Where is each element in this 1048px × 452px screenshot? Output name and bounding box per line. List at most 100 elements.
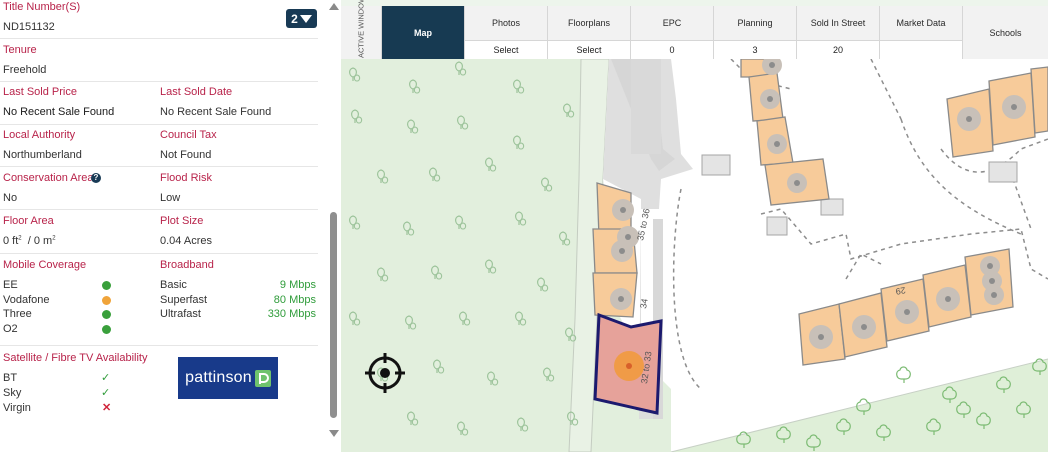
tab-epc[interactable]: EPC 0 <box>631 6 714 59</box>
divider <box>0 38 318 39</box>
plot-size-label: Plot Size <box>160 215 204 227</box>
coverage-status-dot <box>102 281 111 290</box>
chevron-up-icon[interactable] <box>329 3 339 10</box>
tab-planning[interactable]: Planning 3 <box>714 6 797 59</box>
agent-logo[interactable]: pattinson <box>178 357 278 399</box>
panel-scrollbar[interactable] <box>329 0 339 452</box>
tv-provider-virgin: Virgin <box>3 402 31 414</box>
conservation-area-label: Conservation Area <box>3 172 94 184</box>
tenure-label: Tenure <box>3 44 37 56</box>
divider <box>0 253 318 254</box>
divider <box>0 166 318 167</box>
scrollbar-thumb[interactable] <box>330 212 337 418</box>
flood-risk-label: Flood Risk <box>160 172 212 184</box>
tv-provider-bt: BT <box>3 372 18 384</box>
tab-floorplans-value[interactable]: Select <box>548 40 630 59</box>
outbuilding <box>820 198 844 216</box>
tv-availability-label: Satellite / Fibre TV Availability <box>3 352 148 364</box>
coverage-status-dot <box>102 310 111 319</box>
flood-risk-value: Low <box>160 192 181 204</box>
divider <box>0 124 318 125</box>
council-tax-value: Not Found <box>160 149 212 161</box>
floor-area-ft-sup: 2 <box>18 235 22 242</box>
active-window-toggle[interactable]: ACTIVE WINDOW <box>341 0 382 59</box>
tab-epc-label: EPC <box>662 17 682 28</box>
floor-area-value: 0 ft2 / 0 m2 <box>3 235 56 247</box>
tab-schools-label: Schools <box>989 27 1022 38</box>
tab-bar: ACTIVE WINDOW Map Photos Select Floorpla… <box>341 0 1048 59</box>
local-authority-label: Local Authority <box>3 129 76 141</box>
coverage-status-dot <box>102 296 111 305</box>
map-house-label-34: 34 <box>638 298 650 310</box>
last-sold-price-label: Last Sold Price <box>3 86 77 98</box>
tab-floorplans-label: Floorplans <box>567 17 611 28</box>
outbuilding <box>766 216 788 236</box>
tab-photos-value[interactable]: Select <box>465 40 547 59</box>
tab-sold-in-street-label: Sold In Street <box>810 17 866 28</box>
mobile-operator-three: Three <box>3 308 32 320</box>
local-authority-value: Northumberland <box>3 149 82 161</box>
tv-provider-sky: Sky <box>3 387 22 399</box>
mobile-operator-ee: EE <box>3 279 18 291</box>
road <box>631 59 661 154</box>
coverage-status-dot <box>102 325 111 334</box>
last-sold-price-value: No Recent Sale Found <box>3 106 115 118</box>
broadband-speed-superfast: 80 Mbps <box>273 294 316 306</box>
tab-planning-label: Planning <box>737 17 773 28</box>
cross-icon: ✕ <box>102 402 112 414</box>
tab-floorplans[interactable]: Floorplans Select <box>548 6 631 59</box>
plot-size-value: 0.04 Acres <box>160 235 212 247</box>
broadband-tier-superfast: Superfast <box>160 294 208 306</box>
tab-map-label: Map <box>414 27 432 38</box>
tab-map[interactable]: Map <box>382 6 465 59</box>
title-count-dropdown[interactable]: 2 <box>286 9 317 28</box>
last-sold-date-value: No Recent Sale Found <box>160 106 272 118</box>
agent-logo-text: pattinson <box>185 369 252 386</box>
tab-epc-value[interactable]: 0 <box>631 40 713 59</box>
divider <box>0 81 318 82</box>
title-number-value: ND151132 <box>3 21 55 33</box>
property-details-panel: Title Number(S) ND151132 2 Tenure Freeho… <box>0 0 328 452</box>
property-map[interactable]: 35 to 36 34 32 to 33 29 <box>341 59 1048 452</box>
check-icon: ✓ <box>101 372 111 384</box>
council-tax-label: Council Tax <box>160 129 217 141</box>
outbuilding <box>701 154 731 176</box>
tab-schools[interactable]: Schools <box>963 6 1048 59</box>
floor-area-m-sup: 2 <box>52 235 56 242</box>
caret-down-icon <box>299 14 312 23</box>
broadband-speed-basic: 9 Mbps <box>279 279 316 291</box>
floor-area-label: Floor Area <box>3 215 54 227</box>
last-sold-date-label: Last Sold Date <box>160 86 233 98</box>
chevron-down-icon[interactable] <box>329 430 339 437</box>
tab-market-data-label: Market Data <box>896 17 946 28</box>
map-house-label-29: 29 <box>895 285 907 297</box>
map-viewer: ACTIVE WINDOW Map Photos Select Floorpla… <box>341 0 1048 452</box>
conservation-area-value: No <box>3 192 18 204</box>
tab-photos-label: Photos <box>491 17 521 28</box>
floor-area-m: / 0 m <box>27 235 53 247</box>
tenure-value: Freehold <box>3 64 47 76</box>
check-icon: ✓ <box>101 387 111 399</box>
broadband-tier-ultrafast: Ultrafast <box>160 308 201 320</box>
tab-photos[interactable]: Photos Select <box>465 6 548 59</box>
tab-planning-value[interactable]: 3 <box>714 40 796 59</box>
title-number-label: Title Number(S) <box>3 1 81 13</box>
tab-market-data[interactable]: Market Data <box>880 6 963 59</box>
title-count: 2 <box>291 11 298 26</box>
tab-sold-in-street-value[interactable]: 20 <box>797 40 879 59</box>
active-window-label: ACTIVE WINDOW <box>356 0 366 58</box>
crosshair-icon[interactable] <box>363 351 407 395</box>
divider <box>0 345 318 346</box>
tab-market-data-value[interactable] <box>880 40 962 59</box>
mobile-operator-vodafone: Vodafone <box>3 294 50 306</box>
outbuilding <box>988 161 1018 183</box>
agent-logo-mark-icon <box>254 369 271 387</box>
broadband-label: Broadband <box>160 259 214 271</box>
broadband-tier-basic: Basic <box>160 279 187 291</box>
question-icon[interactable]: ? <box>91 173 101 183</box>
tab-sold-in-street[interactable]: Sold In Street 20 <box>797 6 880 59</box>
mobile-coverage-label: Mobile Coverage <box>3 259 87 271</box>
divider <box>0 209 318 210</box>
broadband-speed-ultrafast: 330 Mbps <box>267 308 316 320</box>
floor-area-ft: 0 ft <box>3 235 19 247</box>
